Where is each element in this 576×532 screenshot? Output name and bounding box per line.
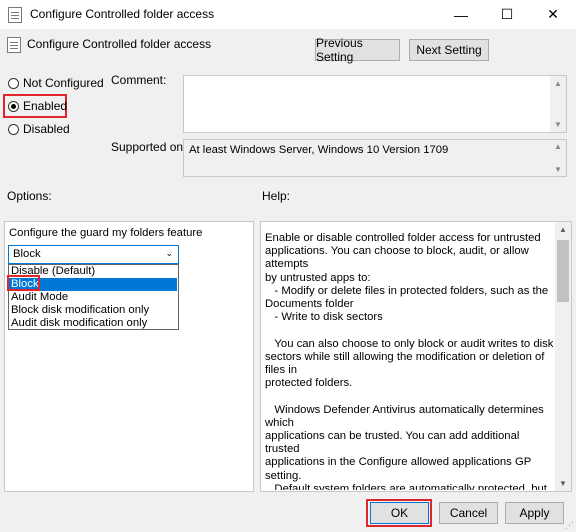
scroll-down-icon[interactable]: ▼ <box>559 479 567 488</box>
dropdown-option[interactable]: Block disk modification only <box>9 304 177 317</box>
disabled-radio[interactable] <box>8 123 19 135</box>
options-label: Options: <box>7 189 52 203</box>
chevron-down-icon[interactable]: ⌄ <box>165 248 173 259</box>
enabled-radio[interactable] <box>8 100 19 112</box>
policy-icon <box>8 7 22 23</box>
feature-dropdown[interactable]: Block ⌄ <box>8 245 179 264</box>
comment-scrollbar[interactable]: ▲ ▼ <box>550 76 566 132</box>
scrollbar-thumb[interactable] <box>557 240 569 302</box>
feature-label: Configure the guard my folders feature <box>9 227 203 239</box>
supported-on-box: At least Windows Server, Windows 10 Vers… <box>183 139 567 177</box>
enabled-label: Enabled <box>23 99 68 113</box>
dropdown-selected-value: Block <box>13 248 41 260</box>
help-scrollbar[interactable]: ▲ ▼ <box>555 222 571 491</box>
dropdown-option[interactable]: Audit Mode <box>9 291 177 304</box>
help-label: Help: <box>262 189 291 203</box>
comment-textarea[interactable]: ▲ ▼ <box>183 75 567 133</box>
policy-setting-icon <box>7 37 21 53</box>
previous-setting-button[interactable]: Previous Setting <box>315 36 400 64</box>
minimize-button[interactable]: — <box>438 0 484 29</box>
title-bar: Configure Controlled folder access — ☐ ✕ <box>0 0 576 29</box>
supported-on-value: At least Windows Server, Windows 10 Vers… <box>189 144 449 156</box>
close-button[interactable]: ✕ <box>530 0 576 29</box>
not-configured-label: Not Configured <box>23 76 104 90</box>
policy-name: Configure Controlled folder access <box>27 37 212 51</box>
disabled-option[interactable]: Disabled <box>8 121 70 137</box>
window-title: Configure Controlled folder access <box>30 7 215 21</box>
next-setting-button[interactable]: Next Setting <box>409 39 489 61</box>
help-text: Enable or disable controlled folder acce… <box>265 232 554 490</box>
resize-grip-icon[interactable]: ⋰ <box>565 520 574 531</box>
dropdown-option[interactable]: Audit disk modification only <box>9 317 177 330</box>
apply-button[interactable]: Apply <box>505 502 564 524</box>
not-configured-option[interactable]: Not Configured <box>8 75 104 91</box>
cancel-button[interactable]: Cancel <box>439 502 498 524</box>
enabled-option[interactable]: Enabled <box>8 98 67 114</box>
not-configured-radio[interactable] <box>8 77 19 89</box>
dropdown-list: Disable (Default) Block Audit Mode Block… <box>8 264 179 330</box>
supported-on-scrollbar[interactable]: ▲ ▼ <box>550 140 566 176</box>
supported-on-label: Supported on: <box>111 140 187 154</box>
options-pane: Configure the guard my folders feature B… <box>4 221 254 492</box>
help-pane: Enable or disable controlled folder acce… <box>260 221 572 492</box>
comment-label: Comment: <box>111 73 167 87</box>
disabled-label: Disabled <box>23 122 70 136</box>
ok-button[interactable]: OK <box>370 502 429 524</box>
scroll-up-icon[interactable]: ▲ <box>559 225 567 234</box>
block-option-highlight <box>7 275 40 291</box>
maximize-button[interactable]: ☐ <box>484 0 530 29</box>
